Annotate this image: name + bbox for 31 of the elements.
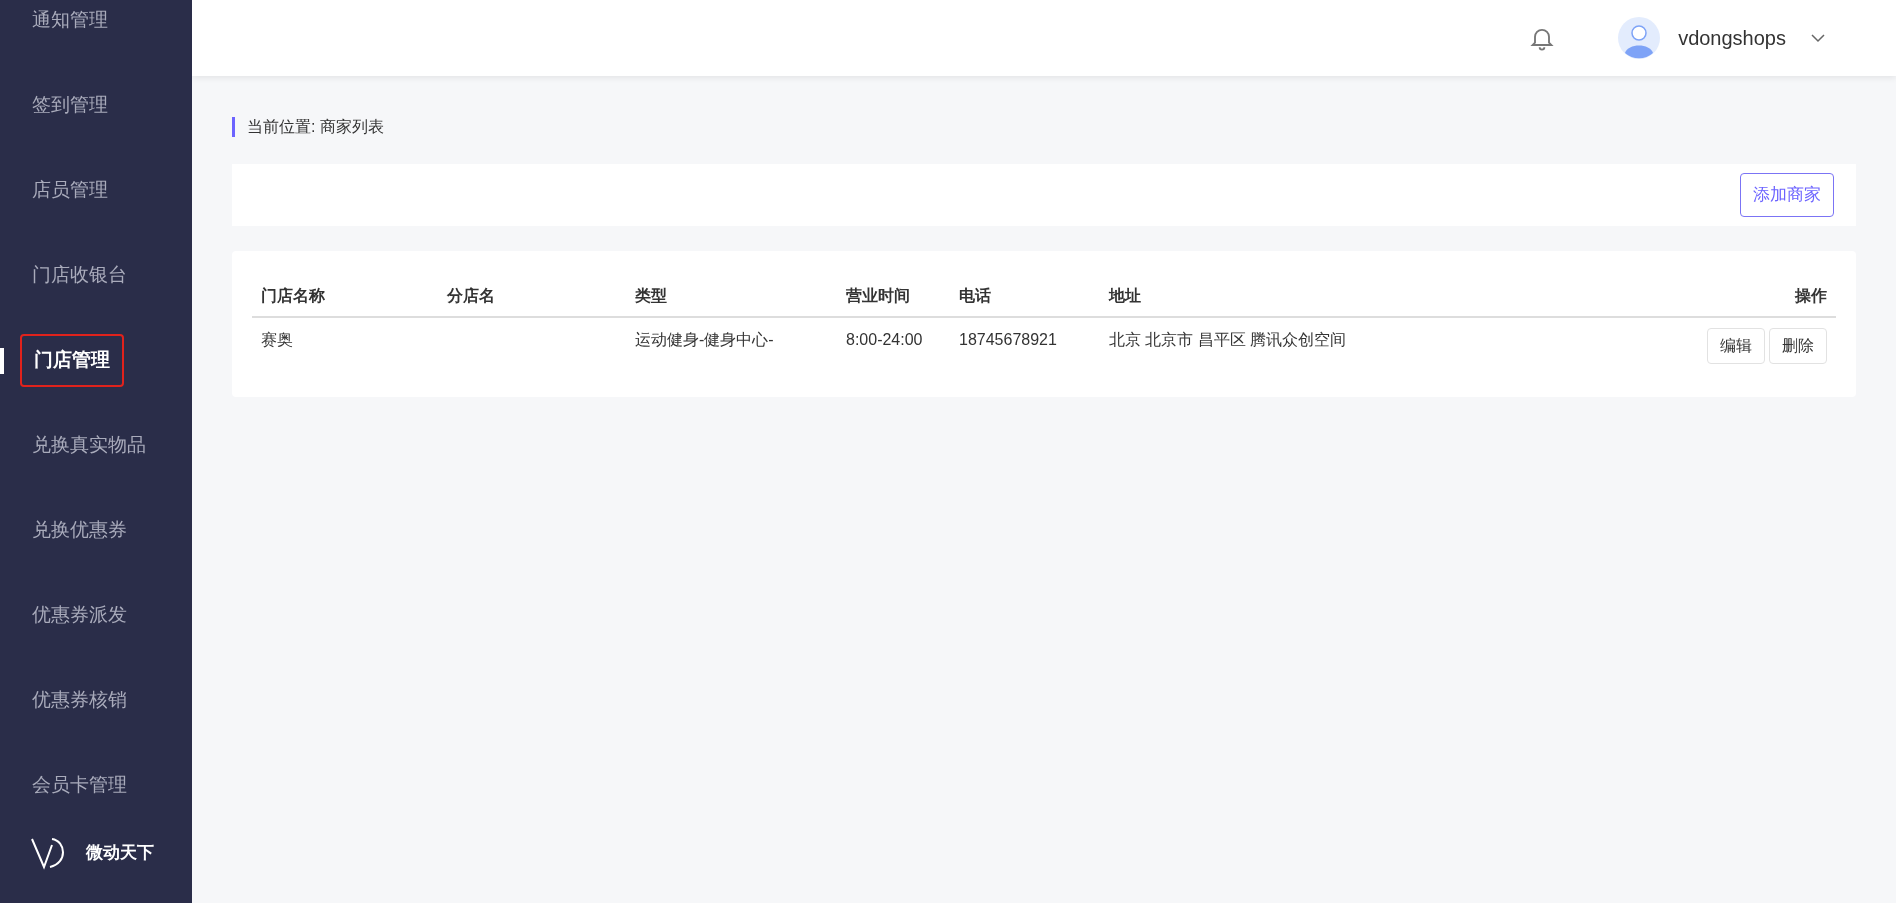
sidebar-item[interactable]: 优惠券核销 (32, 686, 127, 715)
avatar-icon[interactable] (1618, 17, 1661, 59)
brand-name: 微动天下 (86, 842, 154, 865)
column-header: 分店名 (447, 286, 495, 304)
sidebar-item[interactable]: 通知管理 (32, 6, 108, 35)
table-cell: 北京 北京市 昌平区 腾讯众创空间 (1109, 331, 1347, 348)
sidebar-item[interactable]: 兑换真实物品 (32, 431, 146, 460)
column-header: 电话 (959, 286, 991, 304)
column-header: 操作 (1795, 286, 1827, 304)
action-button[interactable]: 编辑 (1707, 328, 1765, 364)
column-header: 地址 (1109, 286, 1141, 304)
breadcrumb: 当前位置: 商家列表 (247, 117, 384, 137)
table-cell: 18745678921 (959, 331, 1057, 348)
sidebar-item[interactable]: 店员管理 (32, 176, 108, 205)
add-merchant-button[interactable]: 添加商家 (1740, 173, 1834, 217)
column-header: 类型 (635, 286, 667, 304)
table-cell: 赛奥 (261, 331, 293, 348)
sidebar-item[interactable]: 门店收银台 (32, 261, 127, 290)
action-button[interactable]: 删除 (1769, 328, 1827, 364)
sidebar-item[interactable]: 签到管理 (32, 91, 108, 120)
username[interactable]: vdongshops (1678, 23, 1786, 53)
chevron-down-icon[interactable] (1810, 33, 1826, 43)
table-cell: 8:00-24:00 (846, 331, 923, 348)
sidebar-item[interactable]: 门店管理 (20, 334, 124, 387)
table-cell: 运动健身-健身中心- (635, 331, 774, 348)
column-header: 营业时间 (846, 286, 910, 304)
sidebar-item[interactable]: 会员卡管理 (32, 771, 127, 800)
sidebar-item[interactable]: 优惠券派发 (32, 601, 127, 630)
sidebar-item[interactable]: 兑换优惠券 (32, 516, 127, 545)
column-header: 门店名称 (261, 286, 325, 304)
active-indicator (0, 347, 4, 374)
